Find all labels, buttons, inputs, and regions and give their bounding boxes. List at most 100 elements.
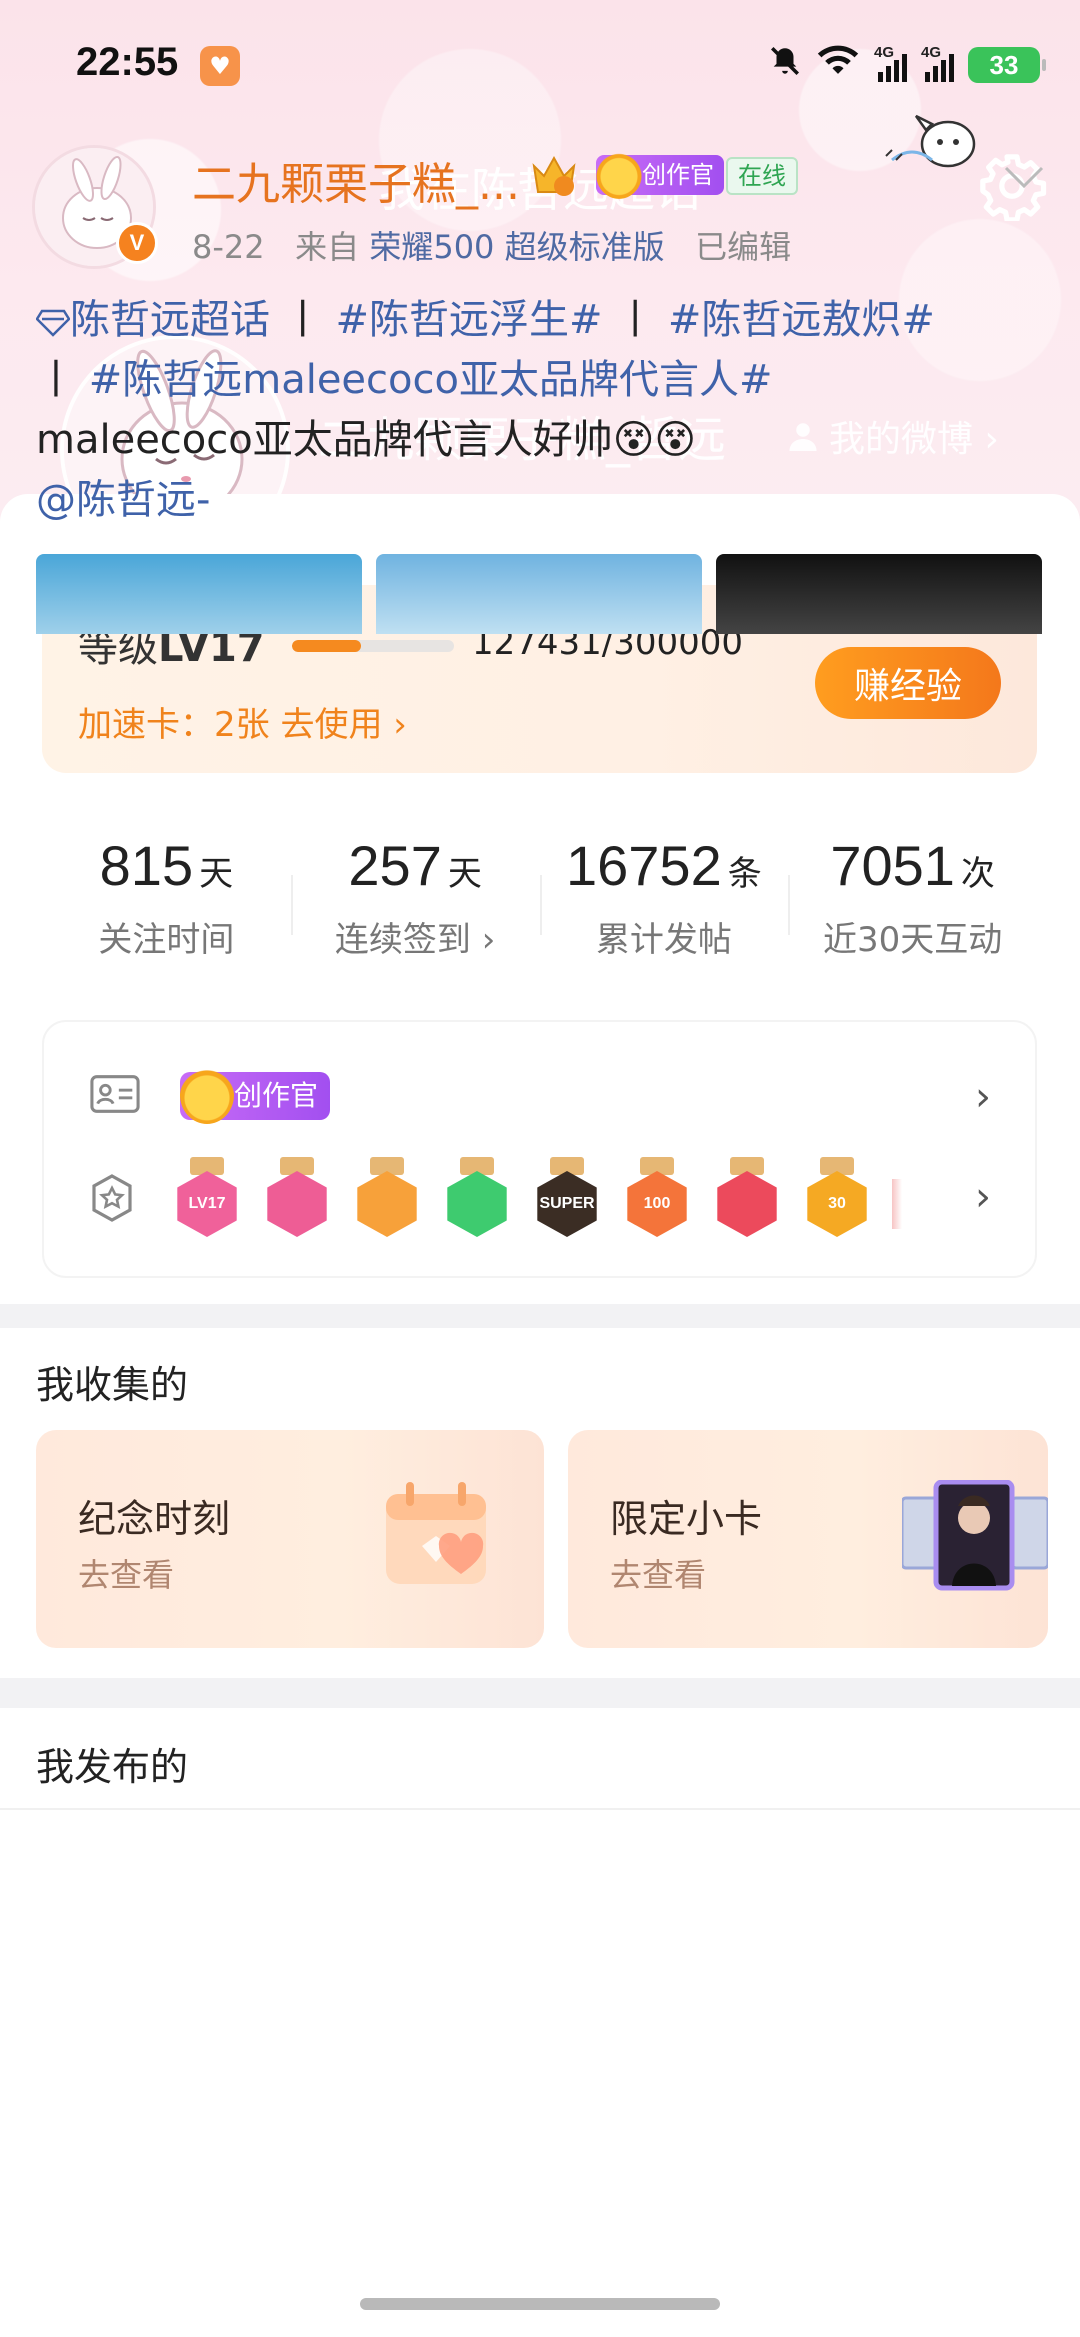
post-creator-badge: 创作官	[596, 149, 724, 199]
mention-link[interactable]: @陈哲远-	[36, 470, 1046, 530]
medal-hex	[447, 1171, 507, 1237]
medal-hex: SUPER	[537, 1171, 597, 1237]
post-image[interactable]	[716, 554, 1042, 634]
clock: 22:55	[76, 40, 179, 84]
medal-hex: 30	[807, 1171, 867, 1237]
speed-card-link[interactable]: 加速卡：2张 去使用 ›	[78, 697, 407, 746]
super-topic-profile-page: 22:55 ♥ 4G 4G 33 我在陈哲远超话	[0, 0, 1080, 2337]
post-image-strip	[36, 554, 1042, 634]
crown-level-icon	[532, 155, 576, 196]
creator-badge[interactable]: 创作官	[180, 1066, 331, 1124]
battery-icon: 33	[968, 47, 1046, 83]
separator: 丨	[36, 357, 76, 403]
id-card-icon	[90, 1074, 140, 1118]
stat-label: 累计发帖	[595, 920, 732, 960]
card-title: 限定小卡	[610, 1497, 763, 1541]
verified-badge: V	[116, 222, 158, 264]
stat-total-posts: 16752 条 累计发帖	[539, 805, 789, 985]
divider	[0, 1808, 1080, 1810]
memorial-moments-card[interactable]: 纪念时刻 去查看	[36, 1430, 544, 1648]
stat-checkin-streak[interactable]: 257 天 连续签到 ›	[290, 805, 540, 985]
posts-title: 我发布的	[36, 1745, 189, 1789]
bee-icon	[180, 1066, 234, 1124]
post-author-name[interactable]: 二九颗栗子糕_...	[192, 148, 520, 212]
medal-badge[interactable]	[352, 1157, 422, 1243]
stat-label: 关注时间	[98, 920, 235, 960]
post-line-1: 陈哲远超话 丨 #陈哲远浮生# 丨 #陈哲远敖炽#	[35, 290, 1046, 350]
post-meta: 8-22 来自 荣耀500 超级标准版 已编辑	[192, 222, 791, 268]
medal-badge[interactable]	[442, 1157, 512, 1243]
stat-follow-days: 815 天 关注时间	[42, 805, 291, 985]
signal-icon-2: 4G	[921, 44, 954, 82]
badges-panel: 创作官 › LV17 SUPER 100 30 ›	[42, 1020, 1037, 1278]
post-text: maleecoco亚太品牌代言人好帅😵😵	[36, 417, 697, 463]
medal-badge[interactable]: SUPER	[532, 1157, 602, 1243]
stat-interactions: 7051 次 近30天互动	[788, 805, 1037, 985]
wifi-icon	[816, 44, 860, 86]
hashtag-link[interactable]: #陈哲远敖炽#	[668, 297, 935, 343]
post-line-2: 丨 #陈哲远maleecoco亚太品牌代言人#	[36, 350, 1046, 410]
super-topic-link[interactable]: 陈哲远超话	[35, 297, 283, 343]
chevron-right-icon[interactable]: ›	[975, 1074, 991, 1120]
online-status-badge: 在线	[726, 157, 798, 195]
card-subtitle: 去查看	[78, 1556, 175, 1594]
post-edited: 已编辑	[695, 228, 792, 266]
stat-value: 16752	[566, 834, 722, 897]
card-subtitle: 去查看	[610, 1556, 707, 1594]
stat-label[interactable]: 连续签到 ›	[291, 912, 540, 961]
medal-hex	[267, 1171, 327, 1237]
post-image[interactable]	[376, 554, 702, 634]
medal-hex: 100	[627, 1171, 687, 1237]
chevron-down-icon[interactable]	[1002, 156, 1046, 202]
earn-exp-button[interactable]: 赚经验	[815, 647, 1001, 719]
card-title: 纪念时刻	[78, 1497, 231, 1541]
home-indicator[interactable]	[360, 2298, 720, 2310]
collections-section: 我收集的 纪念时刻 去查看 限定小卡 去查看	[0, 1328, 1080, 1678]
post-device[interactable]: 荣耀500 超级标准版	[369, 228, 664, 266]
chevron-right-icon[interactable]: ›	[975, 1174, 991, 1220]
separator: 丨	[282, 297, 323, 343]
stat-unit: 天	[447, 855, 482, 893]
stat-unit: 次	[960, 855, 995, 893]
separator: 丨	[615, 297, 656, 343]
creator-badge-label: 创作官	[234, 1079, 319, 1112]
stat-value: 7051	[830, 834, 955, 897]
medal-badge[interactable]	[262, 1157, 332, 1243]
status-icons: 4G 4G 33	[768, 44, 1046, 86]
medal-icon	[90, 1174, 134, 1226]
limited-cards-card[interactable]: 限定小卡 去查看	[568, 1430, 1048, 1648]
stat-value: 257	[348, 834, 442, 897]
medal-list[interactable]: LV17 SUPER 100 30	[172, 1157, 902, 1243]
medal-overflow-hint	[892, 1179, 902, 1229]
stat-unit: 天	[199, 855, 234, 893]
medal-hex	[357, 1171, 417, 1237]
post-date: 8-22	[192, 228, 265, 266]
my-posts-section: 我发布的	[0, 1708, 1080, 2337]
cartoon-decoration-icon	[885, 114, 976, 168]
level-progress-bar	[292, 640, 454, 652]
medal-hex	[717, 1171, 777, 1237]
post-content: 陈哲远超话 丨 #陈哲远浮生# 丨 #陈哲远敖炽# 丨 #陈哲远maleecoc…	[35, 290, 1046, 530]
level-progress-fill	[292, 640, 361, 652]
section-gap	[0, 1678, 1080, 1708]
bee-icon	[596, 149, 642, 199]
hashtag-link[interactable]: #陈哲远maleecoco亚太品牌代言人#	[89, 357, 773, 403]
mute-icon	[768, 44, 802, 86]
stat-value: 815	[99, 834, 194, 897]
diamond-icon	[35, 309, 71, 337]
medal-badge[interactable]	[712, 1157, 782, 1243]
medal-hex: LV17	[177, 1171, 237, 1237]
post-source-label: 来自	[295, 228, 360, 266]
hashtag-link[interactable]: #陈哲远浮生#	[335, 297, 602, 343]
medal-badge[interactable]: LV17	[172, 1157, 242, 1243]
status-bar: 22:55 ♥ 4G 4G 33	[0, 40, 1080, 100]
photo-cards-icon	[902, 1480, 1048, 1591]
stats-row: 815 天 关注时间 257 天 连续签到 › 16752 条 累计发帖 7051 次 …	[42, 805, 1037, 985]
calendar-gift-icon	[386, 1482, 486, 1584]
medal-badge[interactable]: 100	[622, 1157, 692, 1243]
stat-label: 近30天互动	[822, 920, 1003, 960]
post-image[interactable]	[36, 554, 362, 634]
medal-badge[interactable]: 30	[802, 1157, 872, 1243]
notification-app-icon: ♥	[200, 46, 240, 86]
creator-badge-label: 创作官	[642, 161, 714, 189]
